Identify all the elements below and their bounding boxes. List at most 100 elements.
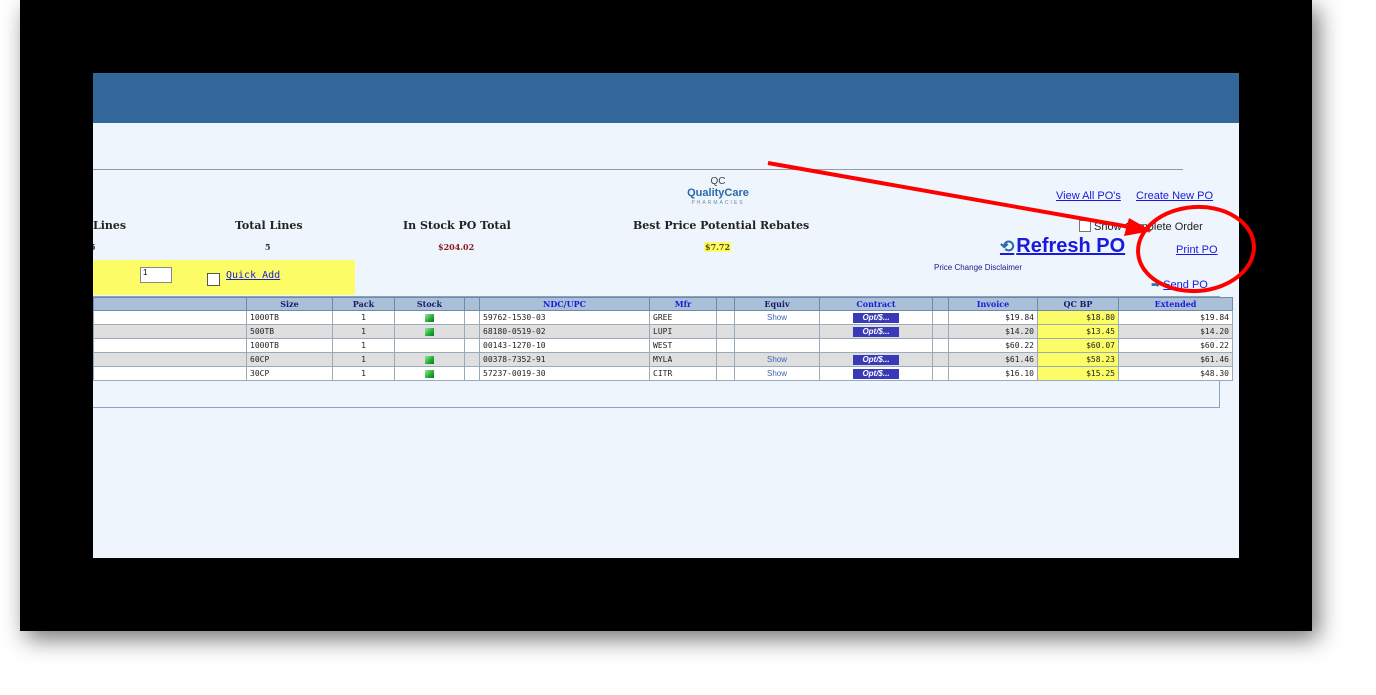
cell-spacer: [464, 352, 480, 367]
cell-mfr: WEST: [649, 338, 717, 353]
cell-spacer: [932, 366, 949, 381]
table-row[interactable]: 1000TB 1 00143-1270-10 WEST $60.22 $60.07 $60.…: [93, 338, 1233, 353]
table-row[interactable]: 30CP 1 57237-0019-30 CITR Show Opt/$... $16.10…: [93, 366, 1233, 381]
cell-mfr: MYLA: [649, 352, 717, 367]
cell-qcbp: $15.25: [1037, 366, 1119, 381]
cell-equiv[interactable]: Show: [734, 310, 820, 325]
refresh-po-button[interactable]: ⟲ Refresh PO: [1000, 235, 1125, 258]
cell-contract[interactable]: [819, 338, 933, 353]
cell-contract[interactable]: Opt/$...: [819, 310, 933, 325]
col-header-qcbp[interactable]: QC BP: [1037, 297, 1119, 311]
cell-qcbp: $13.45: [1037, 324, 1119, 339]
cell-extended: $48.30: [1118, 366, 1233, 381]
logo-name: QualityCare: [687, 187, 749, 199]
view-all-pos-link[interactable]: View All PO's: [1056, 190, 1121, 202]
quick-add-link[interactable]: Quick Add: [226, 270, 280, 281]
cell-stock: [394, 338, 465, 353]
col-header-pack[interactable]: Pack: [332, 297, 395, 311]
cell-ndc: 68180-0519-02: [479, 324, 650, 339]
col-header-equiv[interactable]: Equiv: [734, 297, 820, 311]
col-header-extended[interactable]: Extended: [1118, 297, 1233, 311]
cell-desc: [93, 310, 247, 325]
contract-option-button[interactable]: Opt/$...: [853, 354, 899, 365]
col-header-size[interactable]: Size: [246, 297, 333, 311]
cell-desc: [93, 324, 247, 339]
create-new-po-link[interactable]: Create New PO: [1136, 190, 1213, 202]
cell-desc: [93, 366, 247, 381]
cell-desc: [93, 338, 247, 353]
total-lines-value: 5: [265, 242, 271, 252]
cell-equiv[interactable]: [734, 338, 820, 353]
send-po-button[interactable]: ➡ Send PO: [1151, 278, 1208, 291]
cell-pack: 1: [332, 338, 395, 353]
price-change-disclaimer[interactable]: Price Change Disclaimer: [934, 263, 1022, 272]
cell-contract[interactable]: Opt/$...: [819, 324, 933, 339]
col-header-contract[interactable]: Contract: [819, 297, 933, 311]
show-complete-checkbox[interactable]: [1079, 220, 1091, 232]
table-row[interactable]: 60CP 1 00378-7352-91 MYLA Show Opt/$... $61.46…: [93, 352, 1233, 367]
cell-qcbp: $58.23: [1037, 352, 1119, 367]
cell-equiv[interactable]: Show: [734, 352, 820, 367]
top-banner: [93, 73, 1239, 123]
cell-pack: 1: [332, 310, 395, 325]
cell-contract[interactable]: Opt/$...: [819, 366, 933, 381]
table-row[interactable]: 500TB 1 68180-0519-02 LUPI Opt/$... $14.20 $13…: [93, 324, 1233, 339]
cell-stock: [394, 310, 465, 325]
rebates-label: Best Price Potential Rebates: [633, 219, 810, 232]
cell-spacer: [932, 352, 949, 367]
cell-spacer: [716, 352, 735, 367]
quick-add-checkbox[interactable]: [207, 273, 220, 286]
cell-mfr: GREE: [649, 310, 717, 325]
cell-ndc: 57237-0019-30: [479, 366, 650, 381]
col-header-description: [93, 297, 247, 311]
in-stock-total-value: $204.02: [438, 242, 475, 252]
table-row[interactable]: 1000TB 1 59762-1530-03 GREE Show Opt/$... $19.…: [93, 310, 1233, 325]
cell-pack: 1: [332, 352, 395, 367]
divider: [93, 169, 1183, 170]
col-header-mfr[interactable]: Mfr: [649, 297, 717, 311]
cell-equiv[interactable]: [734, 324, 820, 339]
cell-size: 1000TB: [246, 310, 333, 325]
cell-size: 60CP: [246, 352, 333, 367]
in-stock-icon: [425, 313, 434, 322]
cell-invoice: $14.20: [948, 324, 1038, 339]
cell-spacer: [464, 366, 480, 381]
cell-ndc: 00143-1270-10: [479, 338, 650, 353]
col-header-invoice[interactable]: Invoice: [948, 297, 1038, 311]
cell-contract[interactable]: Opt/$...: [819, 352, 933, 367]
cell-extended: $14.20: [1118, 324, 1233, 339]
cell-spacer: [464, 324, 480, 339]
total-lines-label: Total Lines: [235, 219, 303, 232]
cell-qcbp: $60.07: [1037, 338, 1119, 353]
cell-stock: [394, 352, 465, 367]
cell-stock: [394, 324, 465, 339]
print-po-link[interactable]: Print PO: [1176, 244, 1218, 256]
contract-option-button[interactable]: Opt/$...: [853, 326, 899, 337]
cell-invoice: $19.84: [948, 310, 1038, 325]
logo-mark: QC: [710, 176, 726, 187]
table-header-row: Size Pack Stock NDC/UPC Mfr Equiv Contra…: [93, 297, 1233, 311]
arrow-right-icon: ➡: [1151, 279, 1161, 291]
cell-extended: $61.46: [1118, 352, 1233, 367]
contract-option-button[interactable]: Opt/$...: [853, 368, 899, 379]
col-header-ndc[interactable]: NDC/UPC: [479, 297, 650, 311]
quantity-input[interactable]: 1: [140, 267, 172, 283]
col-header-stock[interactable]: Stock: [394, 297, 465, 311]
cell-mfr: LUPI: [649, 324, 717, 339]
rebates-value: $7.72: [704, 242, 732, 252]
cell-equiv[interactable]: Show: [734, 366, 820, 381]
cell-mfr: CITR: [649, 366, 717, 381]
lines-value: 5: [93, 242, 96, 252]
contract-option-button[interactable]: Opt/$...: [853, 312, 899, 323]
show-complete-order-toggle[interactable]: Show Complete Order: [1079, 220, 1203, 233]
cell-spacer: [464, 338, 480, 353]
order-lines-table: Size Pack Stock NDC/UPC Mfr Equiv Contra…: [93, 296, 1233, 408]
refresh-po-label: Refresh PO: [1016, 235, 1126, 257]
send-po-label: Send PO: [1163, 279, 1208, 291]
in-stock-icon: [425, 369, 434, 378]
cell-extended: $60.22: [1118, 338, 1233, 353]
cell-invoice: $60.22: [948, 338, 1038, 353]
cell-spacer: [716, 366, 735, 381]
quick-add-bar: 1 Quick Add: [93, 260, 355, 295]
in-stock-total-label: In Stock PO Total: [403, 219, 511, 232]
